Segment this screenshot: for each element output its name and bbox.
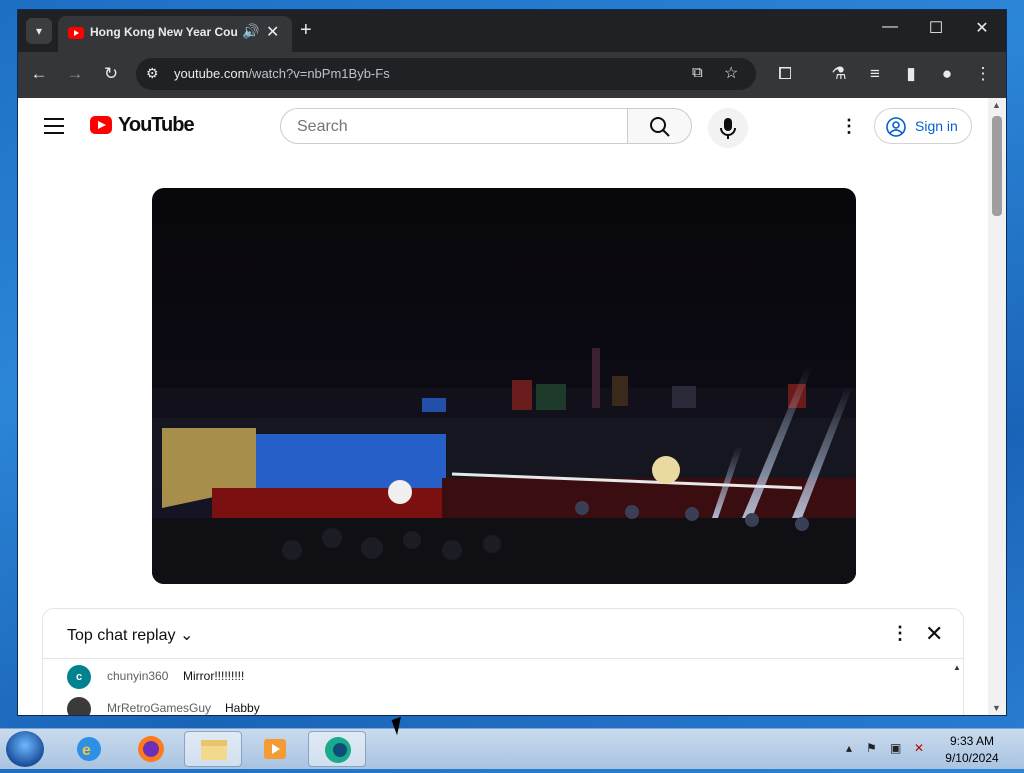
svg-text:e: e [82, 742, 91, 759]
chat-mode-dropdown[interactable]: Top chat replay ⌄ [67, 625, 193, 645]
avatar: c [67, 665, 91, 689]
sign-in-label: Sign in [915, 118, 958, 134]
live-chat-panel: Top chat replay ⌄ ⋮ ✕ ▲ c chunyin360 Mir… [42, 608, 964, 715]
file-explorer-icon[interactable] [184, 731, 242, 767]
bookmark-star-icon[interactable]: ☆ [724, 63, 738, 83]
reload-icon[interactable]: ↻ [100, 64, 122, 84]
sign-in-button[interactable]: Sign in [874, 108, 972, 144]
forward-icon[interactable]: → [64, 64, 86, 84]
media-control-icon[interactable]: ≡ [864, 64, 886, 84]
network-icon[interactable]: ▣ [890, 741, 901, 755]
chat-author: MrRetroGamesGuy [107, 701, 212, 715]
url-text[interactable]: youtube.com/watch?v=nbPm1Byb-Fs [174, 66, 390, 81]
cast-icon[interactable]: ⧉ [692, 64, 703, 81]
chat-text: Mirror!!!!!!!!! [183, 669, 245, 683]
scroll-thumb[interactable] [992, 116, 1002, 216]
clock-time[interactable]: 9:33 AM [932, 734, 1012, 748]
show-hidden-icons[interactable]: ▴ [846, 741, 852, 755]
browser-menu-icon[interactable]: ⋮ [972, 64, 994, 84]
back-icon[interactable]: ← [28, 64, 50, 84]
side-panel-icon[interactable]: ▮ [900, 64, 922, 84]
video-player[interactable] [152, 188, 856, 584]
account-icon [886, 117, 906, 137]
internet-explorer-icon[interactable]: e [60, 731, 118, 767]
tab-strip: ▾ Hong Kong New Year Cou 🔊 ✕ + — ☐ ✕ [18, 10, 1006, 52]
edge-app-icon[interactable] [308, 731, 366, 767]
speaker-icon[interactable]: 🔊 [242, 23, 259, 40]
minimize-button[interactable]: — [870, 18, 910, 36]
labs-flask-icon[interactable]: ⚗ [828, 64, 850, 84]
media-player-icon[interactable] [246, 731, 304, 767]
search-icon [650, 117, 670, 137]
page-scrollbar[interactable]: ▲ ▼ [988, 98, 1006, 715]
guide-menu-icon[interactable] [44, 118, 64, 139]
new-tab-button[interactable]: + [300, 20, 312, 40]
browser-toolbar: ← → ↻ ⚙ youtube.com/watch?v=nbPm1Byb-Fs … [18, 52, 1006, 98]
youtube-logo-icon[interactable] [90, 116, 112, 134]
chat-close-icon[interactable]: ✕ [925, 621, 943, 647]
video-frame-image [152, 188, 856, 584]
start-orb-icon[interactable] [6, 731, 44, 767]
microphone-icon [720, 118, 736, 139]
tab-title: Hong Kong New Year Cou [90, 25, 238, 39]
action-center-flag-icon[interactable]: ⚑ [866, 741, 877, 755]
tab-search-button[interactable]: ▾ [26, 18, 52, 44]
taskbar: e ▴ ⚑ ▣ ✕ 9:33 AM 9/10/2024 [0, 728, 1024, 769]
search-input[interactable] [295, 115, 619, 139]
avatar [67, 697, 91, 715]
clock-date[interactable]: 9/10/2024 [932, 751, 1012, 765]
maximize-button[interactable]: ☐ [916, 18, 956, 38]
close-window-button[interactable]: ✕ [962, 18, 1002, 38]
chat-divider [43, 658, 963, 659]
site-info-icon[interactable]: ⚙ [146, 65, 159, 82]
firefox-icon[interactable] [122, 731, 180, 767]
chat-more-icon[interactable]: ⋮ [891, 623, 909, 644]
chat-author: chunyin360 [107, 669, 169, 683]
voice-search-button[interactable] [708, 108, 748, 148]
active-tab[interactable]: Hong Kong New Year Cou 🔊 ✕ [58, 16, 292, 52]
youtube-logo-text[interactable]: YouTube [118, 114, 195, 137]
search-box [280, 108, 628, 144]
chat-scroll-up-icon[interactable]: ▲ [953, 663, 961, 672]
settings-more-icon[interactable]: ⋮ [840, 116, 858, 137]
youtube-favicon-icon [68, 27, 84, 39]
extensions-icon[interactable]: ⧠ [774, 64, 796, 84]
address-bar[interactable]: ⚙ youtube.com/watch?v=nbPm1Byb-Fs ⧉ ☆ [136, 58, 756, 90]
search-button[interactable] [628, 108, 692, 144]
tab-close-button[interactable]: ✕ [266, 22, 279, 42]
page-viewport: YouTube ⋮ Sign in [18, 98, 988, 715]
scroll-up-arrow-icon[interactable]: ▲ [992, 100, 1001, 110]
chevron-down-icon: ⌄ [179, 627, 194, 644]
chat-text: Habby [225, 701, 260, 715]
scroll-down-arrow-icon[interactable]: ▼ [992, 703, 1001, 713]
profile-icon[interactable]: ● [936, 64, 958, 84]
volume-muted-icon[interactable]: ✕ [914, 741, 924, 755]
browser-window: ▾ Hong Kong New Year Cou 🔊 ✕ + — ☐ ✕ ← →… [18, 10, 1006, 715]
